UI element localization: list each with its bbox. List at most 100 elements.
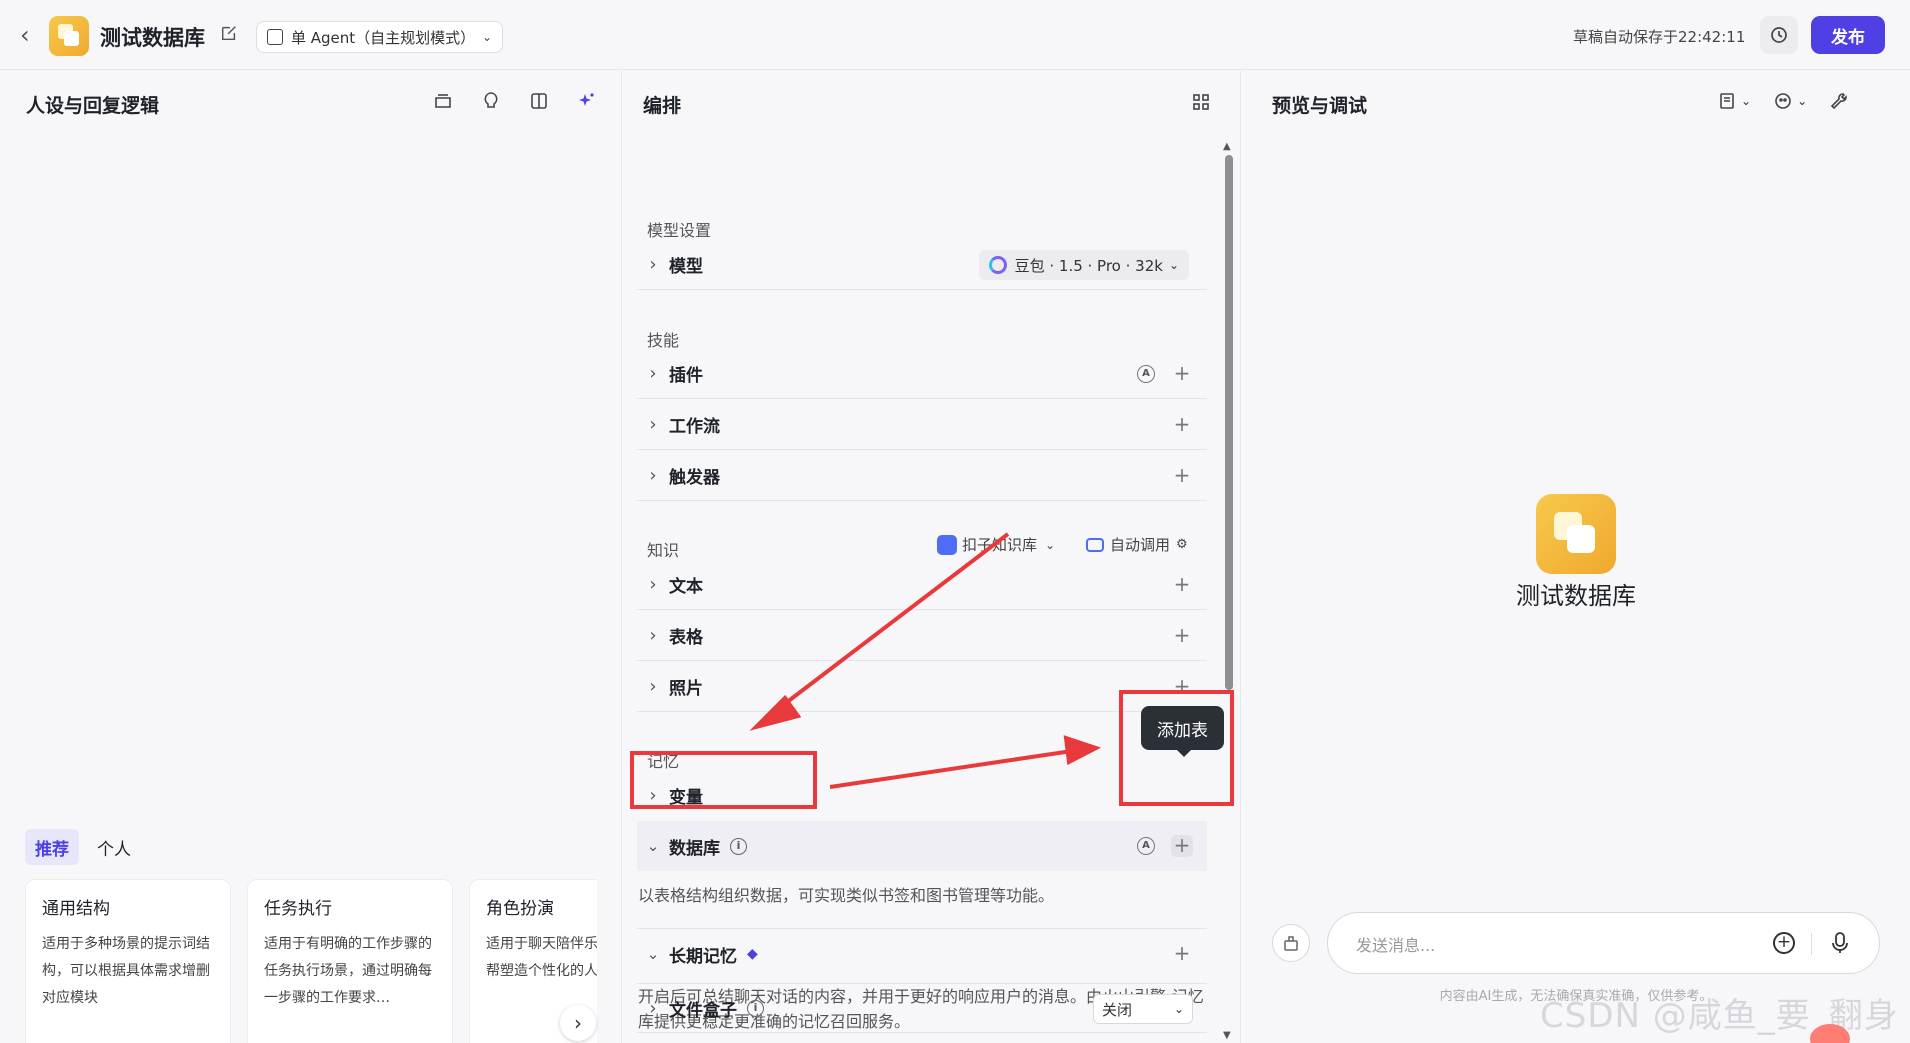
lightbulb-icon[interactable] (480, 90, 502, 112)
template-card[interactable]: 通用结构 适用于多种场景的提示词结构，可以根据具体需求增删对应模块 (25, 879, 231, 1043)
history-button[interactable] (1760, 16, 1798, 54)
memory-row-file-box[interactable]: › 文件盒子 i 关闭 ⌄ (637, 983, 1207, 1033)
tab-personal[interactable]: 个人 (87, 829, 141, 865)
template-card-title: 任务执行 (264, 899, 332, 919)
add-attachment-icon[interactable]: + (1773, 932, 1795, 954)
preview-toolbar: ⌄ ⌄ (1717, 91, 1849, 111)
kb-mode-select[interactable]: 自动调用 ⚙ (1086, 534, 1188, 555)
add-icon[interactable]: + (1171, 574, 1193, 596)
auto-add-icon[interactable]: A (1137, 365, 1155, 383)
chevron-left-icon[interactable]: ‹ (20, 22, 40, 48)
app-icon (49, 16, 89, 56)
wrench-icon[interactable] (1829, 91, 1849, 111)
skill-row-trigger[interactable]: › 触发器 + (637, 451, 1207, 501)
add-icon[interactable]: + (1171, 465, 1193, 487)
memory-row-database[interactable]: ⌄ 数据库 i A + (637, 821, 1207, 871)
kb-source-select[interactable]: 扣子知识库 ⌄ (937, 534, 1055, 555)
chevron-right-icon: › (649, 676, 657, 697)
info-icon[interactable]: i (747, 999, 764, 1017)
document-icon (1720, 93, 1734, 109)
tab-recommended[interactable]: 推荐 (25, 829, 79, 865)
chat-input-placeholder: 发送消息... (1356, 936, 1436, 955)
chevron-down-icon: ⌄ (646, 837, 660, 855)
model-label: 模型 (669, 257, 703, 277)
publish-button[interactable]: 发布 (1811, 16, 1885, 54)
knowledge-label: 照片 (669, 679, 703, 699)
scrollbar-thumb[interactable] (1225, 155, 1233, 690)
scroll-down-icon[interactable]: ▼ (1223, 1030, 1231, 1041)
add-icon[interactable]: + (1171, 943, 1193, 965)
template-card-title: 角色扮演 (486, 899, 554, 919)
divider (1811, 933, 1812, 955)
chevron-right-icon: › (649, 254, 657, 275)
autosave-status: 草稿自动保存于22:42:11 (1573, 28, 1746, 46)
memory-label: 文件盒子 (669, 1000, 737, 1021)
persona-panel: 人设与回复逻辑 推荐 个人 通用结构 适用于多种场景的提示词结构，可以根据具体需… (0, 71, 622, 1043)
history-icon (1771, 27, 1787, 43)
diamond-icon: ◆ (747, 946, 758, 962)
chevron-right-icon: › (649, 414, 657, 435)
compare-icon[interactable] (528, 90, 550, 112)
template-card[interactable]: 任务执行 适用于有明确的工作步骤的任务执行场景，通过明确每一步骤的工作要求… (247, 879, 453, 1043)
face-icon (1775, 93, 1791, 109)
add-icon[interactable]: + (1171, 414, 1193, 436)
chevron-right-icon: › (649, 997, 657, 1019)
doubao-logo-icon (988, 256, 1007, 274)
preview-panel: 预览与调试 ⌄ ⌄ 测试数据库 发送消息... + 内容由AI生成，无法确保真实… (1242, 71, 1910, 1043)
orchestration-scroll: 模型设置 › 模型 豆包 · 1.5 · Pro · 32k ⌄ 技能 › 插件… (623, 141, 1241, 1043)
kb-mode-label: 自动调用 (1110, 536, 1171, 554)
persona-title: 人设与回复逻辑 (26, 95, 160, 117)
kb-source-label: 扣子知识库 (962, 536, 1038, 554)
scroll-up-icon[interactable]: ▲ (1223, 141, 1231, 152)
bot-icon (1086, 537, 1104, 552)
auto-add-icon[interactable]: A (1137, 837, 1155, 855)
skill-row-plugin[interactable]: › 插件 A + (637, 349, 1207, 399)
knowledge-row-table[interactable]: › 表格 + (637, 611, 1207, 661)
persona-select[interactable]: ⌄ (1773, 91, 1807, 111)
knowledge-label: 表格 (669, 628, 703, 648)
annotation-box-database (630, 751, 817, 809)
persona-toolbar (432, 90, 598, 112)
template-card-desc: 适用于多种场景的提示词结构，可以根据具体需求增删对应模块 (42, 936, 210, 1006)
ai-optimize-icon[interactable] (576, 90, 598, 112)
chevron-down-icon: ⌄ (1173, 1002, 1184, 1016)
agent-mode-select[interactable]: 单 Agent（自主规划模式） ⌄ (256, 21, 503, 53)
template-card-desc: 适用于有明确的工作步骤的任务执行场景，通过明确每一步骤的工作要求… (264, 936, 432, 1006)
prompt-library-icon[interactable] (432, 90, 454, 112)
chevron-down-icon: ⌄ (646, 945, 660, 963)
memory-row-long-term[interactable]: ⌄ 长期记忆 ◆ + (637, 929, 1207, 979)
chat-input[interactable]: 发送消息... + (1327, 912, 1880, 974)
add-table-button[interactable]: + (1171, 835, 1193, 857)
chevron-right-icon: › (649, 574, 657, 595)
model-select[interactable]: 豆包 · 1.5 · Pro · 32k ⌄ (978, 250, 1189, 280)
memory-label: 长期记忆 (669, 946, 737, 967)
top-bar: ‹ 测试数据库 单 Agent（自主规划模式） ⌄ 草稿自动保存于22:42:1… (0, 0, 1910, 70)
broom-icon (1284, 936, 1298, 951)
preview-title: 预览与调试 (1272, 95, 1368, 117)
annotation-box-add (1119, 690, 1234, 806)
file-box-select[interactable]: 关闭 ⌄ (1093, 994, 1193, 1024)
gear-icon: ⚙ (1176, 537, 1188, 552)
chevron-right-icon: › (649, 465, 657, 486)
template-tabs: 推荐 个人 (25, 829, 141, 865)
info-icon[interactable]: i (730, 837, 747, 855)
skill-label: 插件 (669, 366, 703, 386)
clear-context-button[interactable] (1272, 924, 1310, 962)
chevron-down-icon: ⌄ (1168, 258, 1179, 272)
debug-detail-select[interactable]: ⌄ (1717, 91, 1751, 111)
add-icon[interactable]: + (1171, 625, 1193, 647)
microphone-icon[interactable] (1830, 931, 1850, 955)
orchestration-panel: 编排 模型设置 › 模型 豆包 · 1.5 · Pro · 32k ⌄ 技能 ›… (623, 71, 1241, 1043)
layout-grid-icon[interactable] (1191, 92, 1211, 112)
edit-icon[interactable] (220, 24, 238, 42)
model-row[interactable]: › 模型 豆包 · 1.5 · Pro · 32k ⌄ (637, 240, 1207, 290)
memory-label: 数据库 (669, 838, 720, 859)
knowledge-row-text[interactable]: › 文本 + (637, 560, 1207, 610)
add-icon[interactable]: + (1171, 363, 1193, 385)
skill-row-workflow[interactable]: › 工作流 + (637, 400, 1207, 450)
scrollbar[interactable]: ▲ ▼ (1221, 141, 1235, 1043)
section-knowledge: 知识 (647, 541, 680, 560)
bot-name: 测试数据库 (1516, 582, 1636, 610)
coze-kb-icon (937, 534, 957, 555)
chevron-right-icon[interactable]: › (560, 1005, 596, 1041)
